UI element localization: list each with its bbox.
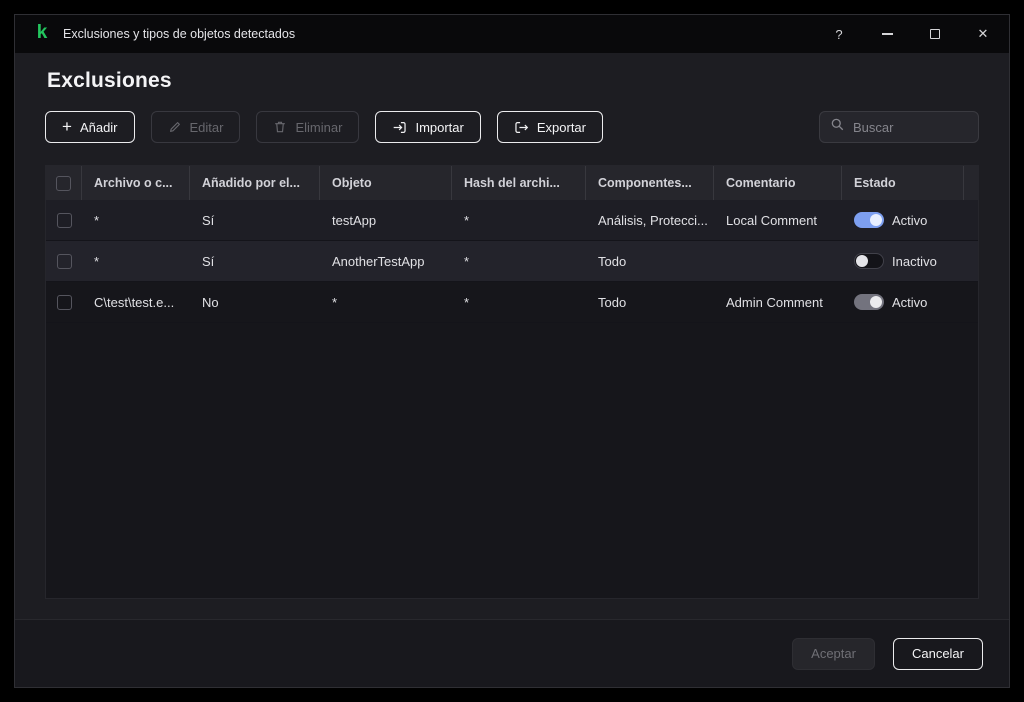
col-header-added-by[interactable]: Añadido por el...: [190, 166, 320, 200]
page-title: Exclusiones: [47, 69, 172, 92]
cell-added-by: No: [202, 294, 219, 310]
search-box[interactable]: [819, 111, 979, 143]
cell-file: *: [94, 253, 100, 269]
help-button[interactable]: ?: [831, 26, 847, 42]
delete-button[interactable]: Eliminar: [256, 111, 360, 143]
minimize-button[interactable]: [879, 26, 895, 42]
state-label: Activo: [892, 212, 928, 228]
kaspersky-logo-icon: k: [36, 22, 48, 43]
add-button[interactable]: + Añadir: [45, 111, 135, 143]
row-checkbox[interactable]: [56, 294, 72, 310]
table-row[interactable]: * Sí testApp * Análisis, Protecci... Loc…: [46, 200, 978, 241]
export-button-label: Exportar: [536, 119, 586, 135]
plus-icon: +: [62, 117, 72, 136]
cell-spacer: [964, 200, 978, 240]
cell-object: *: [332, 294, 338, 310]
state-label: Inactivo: [892, 253, 937, 269]
export-icon: [514, 120, 529, 135]
row-checkbox[interactable]: [56, 253, 72, 269]
cell-comment: [714, 241, 842, 281]
search-icon: [830, 117, 845, 137]
state-toggle[interactable]: [854, 294, 884, 310]
exclusions-table: Archivo o c... Añadido por el... Objeto …: [45, 165, 979, 599]
table-header: Archivo o c... Añadido por el... Objeto …: [46, 166, 978, 200]
cell-spacer: [964, 282, 978, 322]
col-header-comment[interactable]: Comentario: [714, 166, 842, 200]
search-input[interactable]: [853, 119, 968, 135]
dialog-window: k Exclusiones y tipos de objetos detecta…: [14, 14, 1010, 688]
state-label: Activo: [892, 294, 928, 310]
table-row[interactable]: C\test\test.e... No * * Todo Admin Comme…: [46, 282, 978, 323]
cell-comment: Local Comment: [726, 212, 818, 228]
cell-added-by: Sí: [202, 212, 215, 228]
table-row[interactable]: * Sí AnotherTestApp * Todo Inactivo: [46, 241, 978, 282]
cell-file: C\test\test.e...: [94, 294, 175, 310]
row-checkbox[interactable]: [56, 212, 72, 228]
state-toggle[interactable]: [854, 212, 884, 228]
accept-button[interactable]: Aceptar: [792, 637, 875, 670]
window-title: Exclusiones y tipos de objetos detectado…: [63, 27, 296, 41]
export-button[interactable]: Exportar: [496, 111, 603, 143]
select-all-checkbox[interactable]: [56, 175, 71, 191]
toggle-knob: [856, 255, 868, 267]
minimize-icon: [881, 33, 893, 35]
col-header-object[interactable]: Objeto: [320, 166, 452, 200]
import-button[interactable]: Importar: [375, 111, 481, 143]
close-button[interactable]: ✕: [975, 26, 991, 42]
cell-added-by: Sí: [202, 253, 215, 269]
cancel-button[interactable]: Cancelar: [892, 637, 983, 670]
pencil-icon: [168, 120, 182, 134]
edit-button-label: Editar: [189, 119, 224, 135]
delete-button-label: Eliminar: [295, 119, 343, 135]
toolbar: + Añadir Editar Eliminar Importar Export…: [45, 111, 979, 143]
toggle-knob: [870, 296, 882, 308]
cell-components: Todo: [598, 294, 627, 310]
cell-file: *: [94, 212, 100, 228]
col-header-file[interactable]: Archivo o c...: [82, 166, 190, 200]
edit-button[interactable]: Editar: [150, 111, 241, 143]
cell-hash: *: [464, 212, 470, 228]
col-header-state[interactable]: Estado: [842, 166, 964, 200]
cell-hash: *: [464, 294, 470, 310]
col-header-components[interactable]: Componentes...: [586, 166, 714, 200]
add-button-label: Añadir: [79, 119, 118, 135]
state-toggle[interactable]: [854, 253, 884, 269]
cell-object: AnotherTestApp: [332, 253, 425, 269]
maximize-icon: [930, 29, 940, 39]
dialog-footer: Aceptar Cancelar: [15, 619, 1009, 687]
cell-hash: *: [464, 253, 470, 269]
window-controls: ? ✕: [831, 26, 991, 42]
cell-components: Análisis, Protecci...: [598, 212, 708, 228]
maximize-button[interactable]: [927, 26, 943, 42]
toggle-knob: [870, 214, 882, 226]
cell-spacer: [964, 241, 978, 281]
col-header-spacer: [964, 166, 978, 200]
cell-comment: Admin Comment: [726, 294, 823, 310]
col-header-hash[interactable]: Hash del archi...: [452, 166, 586, 200]
import-button-label: Importar: [415, 119, 464, 135]
import-icon: [392, 120, 407, 135]
title-bar: k Exclusiones y tipos de objetos detecta…: [15, 15, 1009, 53]
cell-components: Todo: [598, 253, 627, 269]
trash-icon: [273, 120, 287, 134]
cell-object: testApp: [332, 212, 377, 228]
